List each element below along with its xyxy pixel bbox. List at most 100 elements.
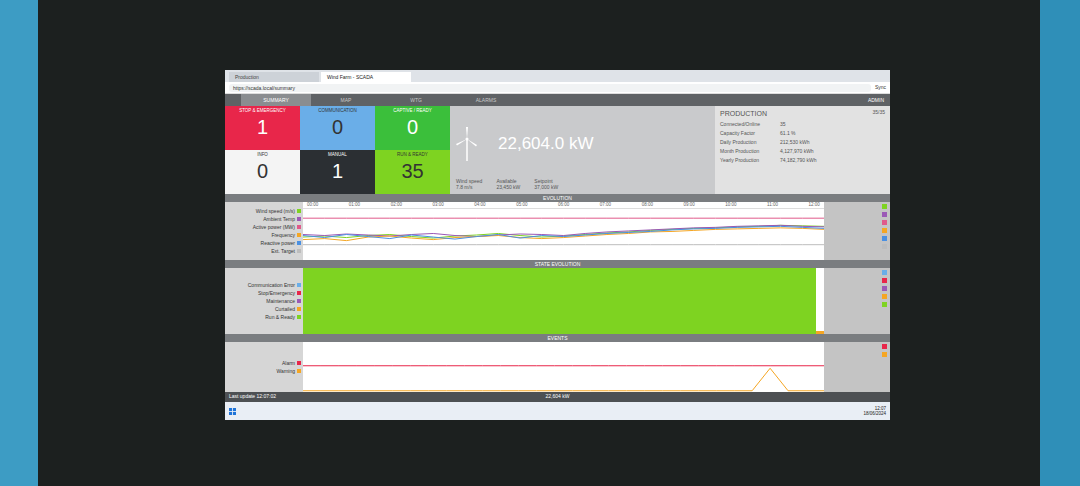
series-swatch[interactable] (297, 209, 301, 213)
series-swatch[interactable] (297, 361, 301, 365)
browser-tab-bar: ProductionWind Farm - SCADA (225, 70, 890, 82)
series-swatch[interactable] (297, 225, 301, 229)
production-row: Capacity Factor61.1 % (720, 129, 885, 138)
taskbar: 12:0718/06/2024 (225, 402, 890, 420)
series-swatch[interactable] (297, 291, 301, 295)
address-field[interactable]: https://scada.local/summary (229, 84, 871, 92)
series-toggle[interactable] (882, 294, 887, 299)
address-bar: https://scada.local/summary Sync (225, 82, 890, 94)
series-label: Frequency (225, 232, 301, 239)
series-swatch[interactable] (297, 217, 301, 221)
account-button[interactable]: Sync (875, 84, 886, 92)
axis-tick: 00:00 (307, 202, 318, 208)
state-band (303, 268, 816, 334)
axis-tick: 03:00 (432, 202, 443, 208)
cabinet-frame-left (0, 0, 38, 486)
series-label: Active power (MW) (225, 224, 301, 231)
series-line (303, 226, 824, 239)
section-header: EVENTS (225, 334, 890, 342)
status-tile[interactable]: MANUAL1 (300, 150, 375, 194)
series-toggle[interactable] (882, 236, 887, 241)
browser-tab[interactable]: Production (229, 72, 319, 82)
app-tab[interactable]: WTG (381, 94, 451, 106)
production-row: Daily Production212,530 kWh (720, 138, 885, 147)
clock[interactable]: 12:0718/06/2024 (863, 406, 886, 416)
series-label: Alarm (225, 360, 301, 367)
state-plot (303, 268, 824, 334)
evolution-chart: Wind speed (m/s)Ambient TempActive power… (225, 202, 890, 260)
axis-tick: 01:00 (349, 202, 360, 208)
axis-tick: 08:00 (642, 202, 653, 208)
series-label: Reactive power (225, 240, 301, 247)
series-label: Ext. Target (225, 248, 301, 255)
series-toggle[interactable] (882, 244, 887, 249)
series-toggle[interactable] (882, 228, 887, 233)
section-header: STATE EVOLUTION (225, 260, 890, 268)
evolution-plot (303, 209, 824, 260)
series-toggle[interactable] (882, 220, 887, 225)
series-swatch[interactable] (297, 299, 301, 303)
status-tile[interactable]: CAPTIVE / READY0 (375, 106, 450, 150)
series-toggle[interactable] (882, 344, 887, 349)
power-stat: Setpoint37,000 kW (534, 178, 558, 190)
series-swatch[interactable] (297, 233, 301, 237)
power-stat: Available23,450 kW (496, 178, 520, 190)
time-axis: 00:0001:0002:0003:0004:0005:0006:0007:00… (303, 202, 824, 209)
user-label[interactable]: ADMIN (868, 94, 890, 106)
series-swatch[interactable] (297, 249, 301, 253)
axis-tick: 04:00 (474, 202, 485, 208)
app-header: SUMMARYMAPWTGALARMS ADMIN (225, 94, 890, 106)
status-tiles: STOP & EMERGENCY1COMMUNICATION0CAPTIVE /… (225, 106, 450, 194)
production-row: Month Production4,127,970 kWh (720, 147, 885, 156)
series-toggle[interactable] (882, 302, 887, 307)
power-stat: Wind speed7.8 m/s (456, 178, 482, 190)
axis-tick: 09:00 (683, 202, 694, 208)
series-label: Run & Ready (225, 314, 301, 321)
power-panel: 22,604.0 kW Wind speed7.8 m/s Available23,… (450, 106, 715, 194)
axis-tick: 02:00 (391, 202, 402, 208)
state-chart: Communication ErrorStop/EmergencyMainten… (225, 268, 890, 334)
cabinet-interior: ProductionWind Farm - SCADAhttps://scada… (38, 0, 1040, 486)
app-tab[interactable]: ALARMS (451, 94, 521, 106)
app-tab[interactable]: MAP (311, 94, 381, 106)
axis-tick: 06:00 (558, 202, 569, 208)
series-toggle[interactable] (882, 286, 887, 291)
status-tile[interactable]: STOP & EMERGENCY1 (225, 106, 300, 150)
series-labels: Communication ErrorStop/EmergencyMainten… (225, 268, 303, 334)
status-tile[interactable]: RUN & READY35 (375, 150, 450, 194)
series-swatch[interactable] (297, 283, 301, 287)
event-track (303, 342, 824, 367)
series-toggle[interactable] (882, 278, 887, 283)
total-power: 22,604.0 kW (498, 131, 593, 157)
production-row: Yearly Production74,182,790 kWh (720, 156, 885, 165)
app-tab[interactable]: SUMMARY (241, 94, 311, 106)
wind-turbine-icon (456, 127, 478, 161)
series-label: Warning (225, 368, 301, 375)
status-tile[interactable]: COMMUNICATION0 (300, 106, 375, 150)
series-label: Stop/Emergency (225, 290, 301, 297)
series-toggle[interactable] (882, 352, 887, 357)
event-line (303, 368, 824, 391)
browser-tab[interactable]: Wind Farm - SCADA (321, 72, 411, 82)
series-labels: Wind speed (m/s)Ambient TempActive power… (225, 202, 303, 260)
series-swatch[interactable] (297, 369, 301, 373)
photo-scene: ProductionWind Farm - SCADAhttps://scada… (0, 0, 1080, 486)
windows-start-icon[interactable] (229, 408, 236, 415)
series-toggle[interactable] (882, 212, 887, 217)
series-toggle[interactable] (882, 204, 887, 209)
series-swatch[interactable] (297, 307, 301, 311)
series-label: Ambient Temp (225, 216, 301, 223)
series-label: Curtailed (225, 306, 301, 313)
cabinet-frame-right (1040, 0, 1080, 486)
series-toggles (824, 202, 890, 260)
event-track (303, 367, 824, 392)
status-tile[interactable]: INFO0 (225, 150, 300, 194)
series-toggle[interactable] (882, 270, 887, 275)
production-panel: PRODUCTION35/35Connected/Online35Capacit… (715, 106, 890, 194)
axis-tick: 11:00 (767, 202, 778, 208)
series-swatch[interactable] (297, 241, 301, 245)
axis-tick: 10:00 (725, 202, 736, 208)
series-line (303, 244, 824, 245)
events-chart: AlarmWarning (225, 342, 890, 392)
series-swatch[interactable] (297, 315, 301, 319)
